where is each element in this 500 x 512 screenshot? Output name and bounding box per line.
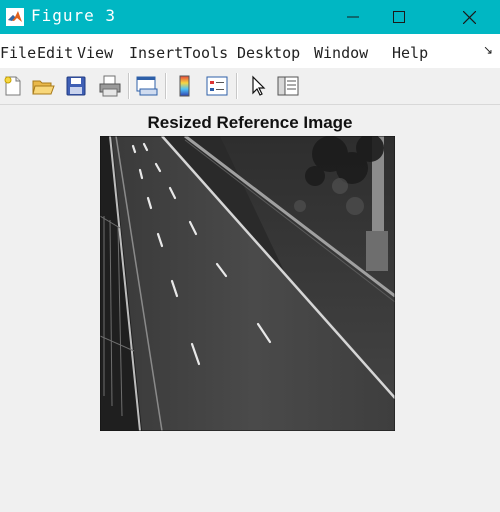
- title-bar: Figure 3: [0, 0, 500, 34]
- link-plot-button[interactable]: [134, 73, 160, 99]
- menu-tools[interactable]: Tools: [183, 44, 228, 62]
- toolbar-separator: [236, 73, 238, 99]
- menu-file[interactable]: File: [0, 44, 36, 62]
- close-icon: [462, 10, 476, 24]
- select-arrow-icon: [252, 75, 266, 96]
- new-figure-icon: [4, 76, 21, 96]
- open-folder-icon: [32, 80, 55, 95]
- dock-arrow-icon[interactable]: ↘: [483, 43, 493, 57]
- minimize-button[interactable]: [330, 0, 376, 34]
- toolbar: [0, 68, 500, 105]
- highway-image: [100, 136, 395, 431]
- link-plot-icon: [136, 76, 158, 96]
- close-button[interactable]: [446, 0, 492, 34]
- save-icon: [66, 76, 86, 96]
- window-title: Figure 3: [31, 6, 117, 25]
- insert-colorbar-icon: [179, 75, 190, 97]
- toolbar-separator: [128, 73, 130, 99]
- axes-title: Resized Reference Image: [147, 113, 353, 132]
- toolbar-separator: [165, 73, 167, 99]
- menu-edit[interactable]: Edit: [37, 44, 73, 62]
- print-icon: [99, 75, 121, 97]
- new-figure-button[interactable]: [0, 73, 26, 99]
- insert-legend-button[interactable]: [204, 73, 230, 99]
- menu-window[interactable]: Window: [314, 44, 368, 62]
- menu-desktop[interactable]: Desktop: [237, 44, 300, 62]
- maximize-icon: [393, 11, 405, 23]
- maximize-button[interactable]: [376, 0, 422, 34]
- print-button[interactable]: [97, 73, 123, 99]
- property-inspector-button[interactable]: [275, 73, 301, 99]
- open-file-button[interactable]: [30, 73, 56, 99]
- minimize-icon: [347, 16, 359, 18]
- insert-legend-icon: [206, 76, 228, 96]
- menu-bar: File Edit View Insert Tools Desktop Wind…: [0, 34, 500, 68]
- menu-help[interactable]: Help: [392, 44, 428, 62]
- menu-view[interactable]: View: [77, 44, 113, 62]
- select-arrow-button[interactable]: [244, 73, 270, 99]
- menu-insert[interactable]: Insert: [129, 44, 183, 62]
- property-inspector-icon: [277, 76, 299, 96]
- insert-colorbar-button[interactable]: [172, 73, 198, 99]
- matlab-logo-icon: [6, 8, 24, 26]
- save-button[interactable]: [63, 73, 89, 99]
